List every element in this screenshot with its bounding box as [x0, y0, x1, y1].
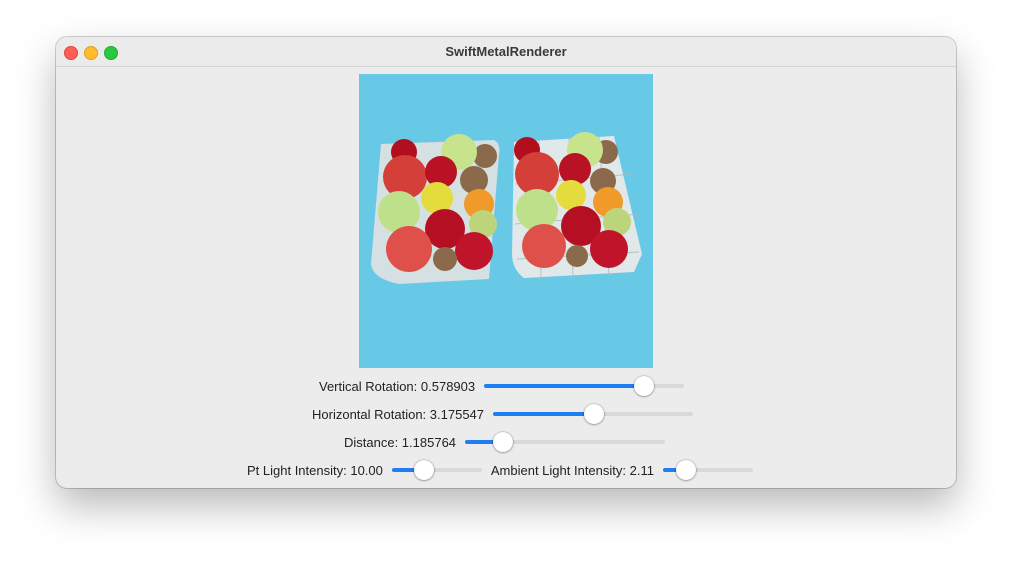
slider-knob[interactable] [676, 460, 697, 480]
metal-render-viewport[interactable] [359, 74, 653, 368]
vertical-rotation-row: Vertical Rotation: 0.578903 [319, 375, 685, 397]
ambient-light-intensity-label: Ambient Light Intensity: 2.11 [490, 462, 654, 478]
slider-knob[interactable] [633, 376, 654, 396]
horizontal-rotation-row: Horizontal Rotation: 3.175547 [312, 403, 694, 425]
ambient-light-intensity-slider[interactable] [662, 459, 753, 481]
rendered-scene [371, 132, 642, 284]
distance-label: Distance: 1.185764 [344, 434, 457, 450]
app-window: SwiftMetalRenderer Vertical Rotation: 0.… [56, 37, 956, 488]
slider-fill [493, 412, 594, 416]
slider-knob[interactable] [492, 432, 513, 452]
title-bar[interactable]: SwiftMetalRenderer [56, 37, 956, 67]
pt-light-intensity-label: Pt Light Intensity: 10.00 [247, 462, 383, 478]
pt-light-intensity-slider[interactable] [391, 459, 482, 481]
slider-knob[interactable] [583, 404, 604, 424]
slider-fill [484, 384, 644, 388]
horizontal-rotation-label: Horizontal Rotation: 3.175547 [312, 406, 485, 422]
vertical-rotation-slider[interactable] [484, 375, 685, 397]
horizontal-rotation-slider[interactable] [493, 403, 694, 425]
slider-knob[interactable] [413, 460, 434, 480]
light-intensity-row: Pt Light Intensity: 10.00 Ambient Light … [247, 459, 753, 481]
vertical-rotation-label: Vertical Rotation: 0.578903 [319, 378, 476, 394]
distance-slider[interactable] [465, 431, 666, 453]
distance-row: Distance: 1.185764 [344, 431, 666, 453]
window-title: SwiftMetalRenderer [445, 44, 567, 59]
fruit-right [514, 132, 631, 268]
